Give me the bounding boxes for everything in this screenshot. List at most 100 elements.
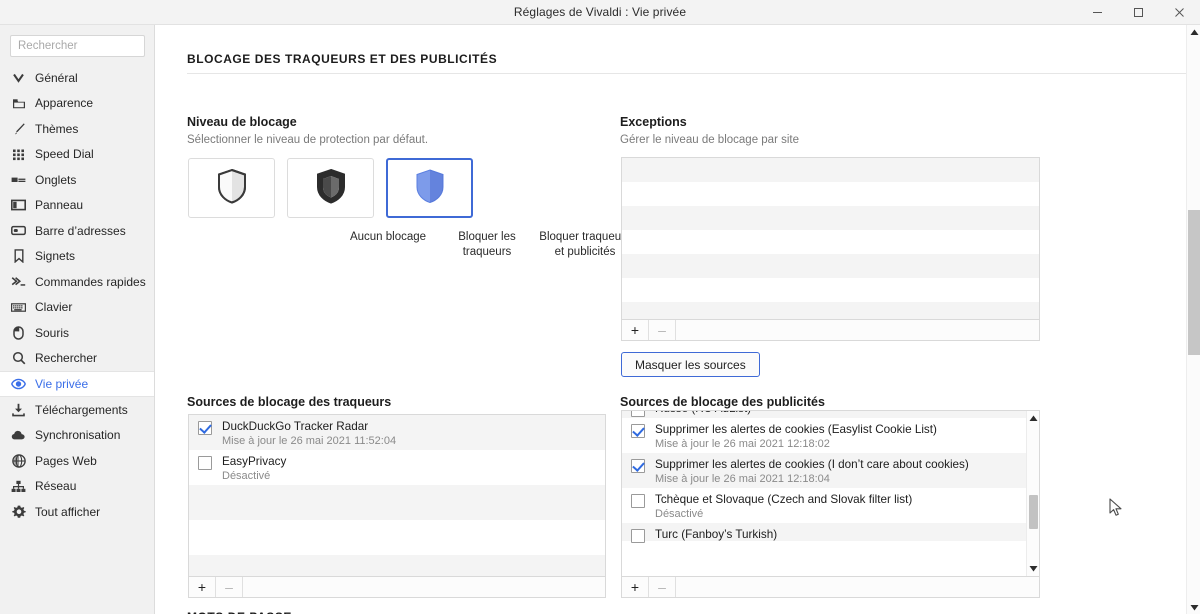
source-checkbox[interactable]: [198, 456, 212, 470]
sidebar-item-label: Thèmes: [35, 121, 79, 136]
source-status: Mise à jour le 26 mai 2021 11:52:04: [222, 435, 397, 447]
exception-row-empty[interactable]: [622, 182, 1039, 206]
source-name: Supprimer les alertes de cookies (Easyli…: [655, 423, 937, 436]
source-checkbox[interactable]: [631, 424, 645, 438]
level-option-none[interactable]: [188, 158, 275, 218]
sidebar-item-label: Synchronisation: [35, 428, 121, 443]
search-input[interactable]: [10, 35, 145, 57]
source-checkbox[interactable]: [631, 459, 645, 473]
sidebar-item-g-n-ral[interactable]: Général: [0, 65, 154, 91]
tracker-add-button[interactable]: +: [189, 577, 216, 597]
page-scroll-up-icon[interactable]: [1187, 25, 1200, 39]
sidebar-item-r-seau[interactable]: Réseau: [0, 474, 154, 500]
tracker-remove-button[interactable]: –: [216, 577, 243, 597]
page-scroll-down-icon[interactable]: [1187, 600, 1200, 614]
sidebar-item-label: Clavier: [35, 300, 73, 315]
level-option-trackers-ads[interactable]: [386, 158, 473, 218]
source-name: Russe (RU AdList): [655, 411, 751, 415]
source-list-item-empty[interactable]: [189, 485, 605, 520]
sidebar-item-barre-d-adresses[interactable]: Barre d’adresses: [0, 218, 154, 244]
source-list-item[interactable]: Russe (RU AdList)Désactivé: [622, 411, 1026, 429]
sidebar-item-commandes-rapides[interactable]: Commandes rapides: [0, 269, 154, 295]
source-list-item[interactable]: EasyPrivacy Désactivé: [189, 450, 605, 485]
sidebar-item-apparence[interactable]: Apparence: [0, 91, 154, 117]
source-status: Désactivé: [222, 470, 271, 482]
sidebar-item-onglets[interactable]: Onglets: [0, 167, 154, 193]
sidebar-item-clavier[interactable]: Clavier: [0, 295, 154, 321]
sidebar-item-souris[interactable]: Souris: [0, 320, 154, 346]
source-checkbox[interactable]: [631, 411, 645, 417]
sidebar-item-label: Rechercher: [35, 351, 98, 366]
exception-row-empty[interactable]: [622, 302, 1039, 319]
source-status: Mise à jour le 26 mai 2021 12:18:04: [655, 473, 830, 485]
source-list-item[interactable]: Supprimer les alertes de cookies (I don’…: [622, 453, 1026, 488]
sidebar-item-label: Tout afficher: [35, 504, 101, 519]
exception-row-empty[interactable]: [622, 254, 1039, 278]
exception-row-empty[interactable]: [622, 158, 1039, 182]
source-checkbox[interactable]: [631, 494, 645, 508]
window-titlebar: Réglages de Vivaldi : Vie privée: [0, 0, 1200, 25]
ad-sources-scrollbar[interactable]: [1026, 411, 1039, 576]
source-list-item-empty[interactable]: [189, 520, 605, 555]
panel-icon: [11, 198, 26, 213]
sidebar-item-t-l-chargements[interactable]: Téléchargements: [0, 397, 154, 423]
sidebar-item-signets[interactable]: Signets: [0, 244, 154, 270]
exceptions-add-button[interactable]: +: [622, 320, 649, 340]
exception-row-empty[interactable]: [622, 230, 1039, 254]
sidebar-item-pages-web[interactable]: Pages Web: [0, 448, 154, 474]
sidebar-item-rechercher[interactable]: Rechercher: [0, 346, 154, 372]
scroll-down-icon[interactable]: [1027, 562, 1039, 575]
settings-content: BLOCAGE DES TRAQUEURS ET DES PUBLICITÉS …: [156, 25, 1186, 614]
exceptions-listbox[interactable]: + –: [621, 157, 1040, 341]
sidebar-item-label: Général: [35, 70, 78, 85]
ad-sources-listbox[interactable]: Russe (RU AdList)DésactivéSupprimer les …: [621, 410, 1040, 598]
sidebar-item-panneau[interactable]: Panneau: [0, 193, 154, 219]
sidebar-item-synchronisation[interactable]: Synchronisation: [0, 423, 154, 449]
cloud-icon: [11, 428, 26, 443]
source-list-item[interactable]: DuckDuckGo Tracker Radar Mise à jour le 2…: [189, 415, 605, 450]
tracker-sources-listbox[interactable]: DuckDuckGo Tracker Radar Mise à jour le 2…: [188, 414, 606, 598]
tracker-sources-title: Sources de blocage des traqueurs: [187, 395, 392, 409]
exceptions-toolbar-filler: [676, 320, 1039, 340]
maximize-button[interactable]: [1118, 0, 1159, 25]
exceptions-description: Gérer le niveau de blocage par site: [620, 134, 799, 146]
exception-row-empty[interactable]: [622, 278, 1039, 302]
level-option-none-label: Aucun blocage: [349, 231, 427, 243]
sidebar-item-tout-afficher[interactable]: Tout afficher: [0, 499, 154, 525]
source-list-item[interactable]: Tchèque et Slovaque (Czech and Slovak fi…: [622, 488, 1026, 523]
ad-remove-button[interactable]: –: [649, 577, 676, 597]
page-scrollbar[interactable]: [1186, 25, 1200, 614]
source-list-item[interactable]: Turc (Fanboy’s Turkish): [622, 523, 1026, 543]
window-controls: [1077, 0, 1200, 25]
level-option-trackers-label: Bloquer les traqueurs: [458, 231, 516, 258]
tracker-sources-toolbar: + –: [189, 576, 605, 597]
toggle-sources-button[interactable]: Masquer les sources: [621, 352, 760, 377]
close-button[interactable]: [1159, 0, 1200, 25]
source-list-item[interactable]: Supprimer les alertes de cookies (Easyli…: [622, 418, 1026, 453]
source-list-item-empty[interactable]: [189, 555, 605, 576]
ad-add-button[interactable]: +: [622, 577, 649, 597]
shield-blue-icon: [414, 168, 446, 209]
ad-sources-scroll-thumb[interactable]: [1029, 495, 1038, 529]
sidebar-item-label: Téléchargements: [35, 402, 128, 417]
sidebar-item-label: Réseau: [35, 479, 77, 494]
sidebar-item-th-mes[interactable]: Thèmes: [0, 116, 154, 142]
download-icon: [11, 402, 26, 417]
source-name: EasyPrivacy: [222, 455, 287, 468]
eye-icon: [11, 377, 26, 392]
page-title: BLOCAGE DES TRAQUEURS ET DES PUBLICITÉS: [187, 52, 498, 66]
minimize-button[interactable]: [1077, 0, 1118, 25]
sidebar-item-speed-dial[interactable]: Speed Dial: [0, 142, 154, 168]
bookmark-icon: [11, 249, 26, 264]
exception-row-empty[interactable]: [622, 206, 1039, 230]
source-checkbox[interactable]: [198, 421, 212, 435]
source-status: Désactivé: [655, 508, 704, 520]
sidebar-item-vie-priv-e[interactable]: Vie privée: [0, 371, 154, 397]
exceptions-remove-button[interactable]: –: [649, 320, 676, 340]
level-option-trackers[interactable]: [287, 158, 374, 218]
page-scroll-thumb[interactable]: [1188, 210, 1200, 355]
scroll-up-icon[interactable]: [1027, 412, 1039, 425]
source-checkbox[interactable]: [631, 529, 645, 543]
sidebar-item-label: Vie privée: [35, 377, 89, 391]
blocking-level-description: Sélectionner le niveau de protection par…: [187, 134, 429, 146]
